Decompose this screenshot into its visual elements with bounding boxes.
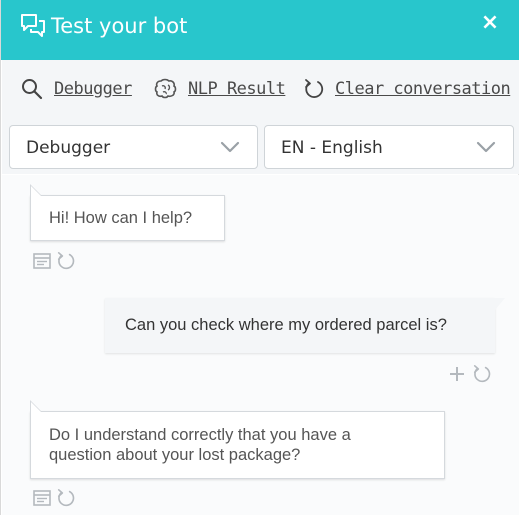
mode-select[interactable]: Debugger	[9, 125, 258, 169]
chevron-down-icon	[476, 141, 496, 153]
chevron-down-icon	[220, 141, 240, 153]
details-card-icon[interactable]	[33, 252, 51, 270]
user-message: Can you check where my ordered parcel is…	[105, 298, 505, 353]
nlp-result-link[interactable]: NLP Result	[154, 76, 289, 104]
details-card-icon[interactable]	[33, 489, 51, 507]
toolbar: Debugger NLP Result Clear conversation	[2, 60, 519, 118]
search-icon	[22, 79, 43, 100]
clear-conversation-label: Clear conversation	[335, 79, 511, 99]
nlp-result-link-label: NLP Result	[188, 79, 286, 99]
language-select-value: EN - English	[281, 138, 383, 158]
refresh-icon[interactable]	[472, 364, 492, 384]
mode-select-value: Debugger	[26, 138, 111, 158]
clear-conversation-link[interactable]: Clear conversation	[303, 76, 511, 104]
debugger-link-label: Debugger	[54, 79, 132, 99]
bot-message-text: Hi! How can I help?	[49, 209, 193, 227]
bot-message-text-line-2: question about your lost package?	[49, 446, 301, 464]
panel-title: Test your bot	[51, 14, 188, 38]
debugger-link[interactable]: Debugger	[21, 76, 141, 104]
close-button[interactable]: ×	[480, 12, 500, 34]
user-message-text: Can you check where my ordered parcel is…	[125, 316, 447, 334]
conversation-area: Hi! How can I help? Can you check where …	[2, 175, 519, 515]
bot-message: Do I understand correctly that you have …	[30, 400, 445, 479]
panel-header: Test your bot ×	[1, 0, 519, 60]
bot-message: Hi! How can I help?	[30, 184, 225, 241]
bot-message-text-line-1: Do I understand correctly that you have …	[49, 426, 351, 444]
selector-bar: Debugger EN - English	[2, 118, 519, 174]
brain-icon	[154, 78, 177, 99]
chat-bubbles-icon	[21, 14, 45, 37]
language-select[interactable]: EN - English	[264, 125, 514, 169]
refresh-icon[interactable]	[56, 488, 76, 508]
refresh-icon	[305, 79, 324, 98]
refresh-icon[interactable]	[56, 251, 76, 271]
plus-icon[interactable]	[449, 366, 465, 382]
test-bot-panel: Test your bot × Debugger NLP Result Clea…	[0, 0, 519, 515]
